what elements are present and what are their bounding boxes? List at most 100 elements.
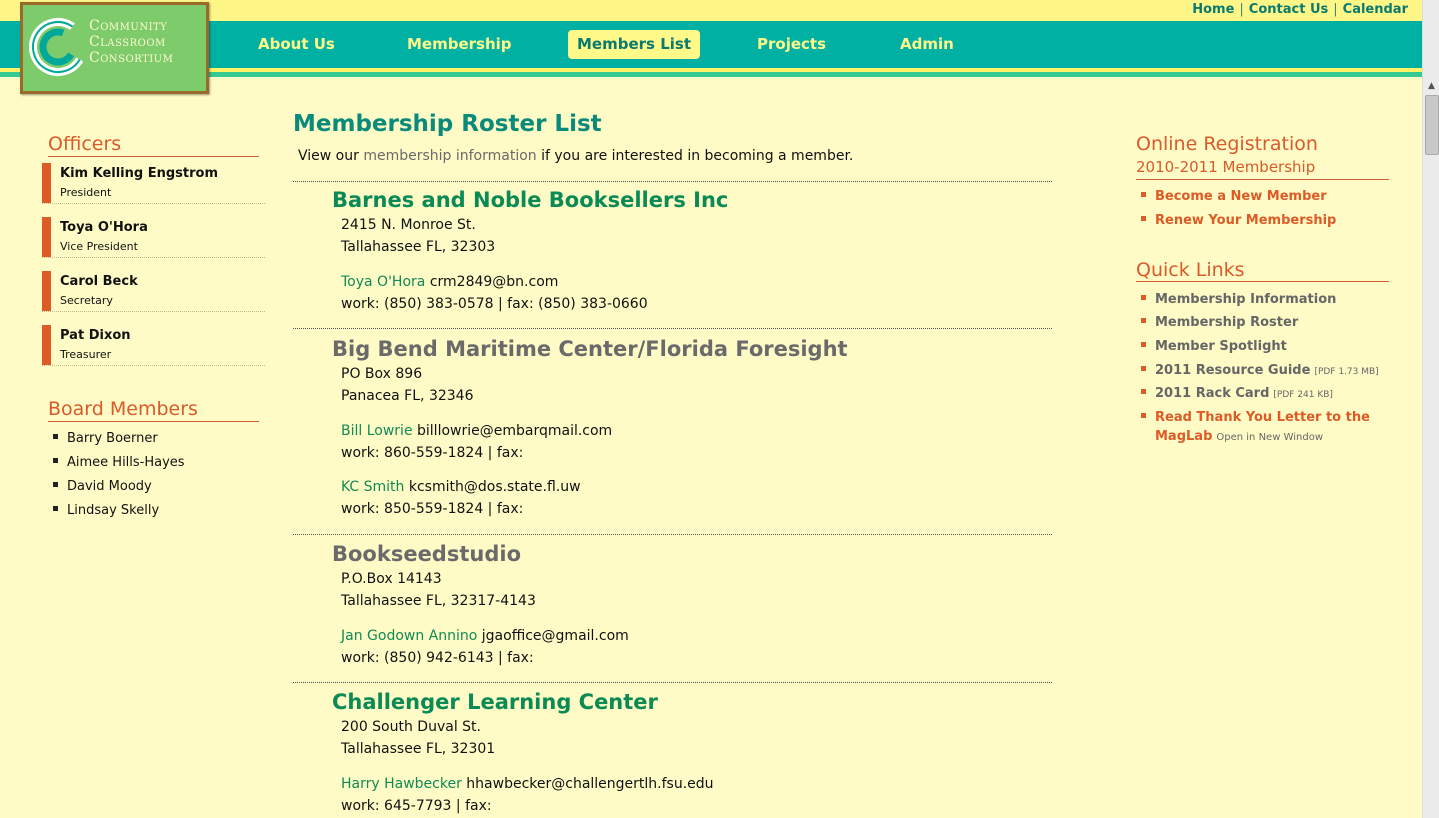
logo-c-icon (28, 17, 87, 76)
bullet-icon (1141, 366, 1146, 371)
registration-subheading: 2010-2011 Membership (1136, 158, 1316, 176)
contact-name-link[interactable]: Harry Hawbecker (341, 776, 462, 792)
officer-name: Toya O'Hora (60, 220, 148, 235)
quick-link[interactable]: 2011 Resource Guide (1155, 363, 1310, 378)
contact-email: jgaoffice@gmail.com (481, 628, 629, 644)
contact-us-link[interactable]: Contact Us (1249, 2, 1328, 17)
divider (293, 682, 1052, 683)
renew-membership-link[interactable]: Renew Your Membership (1155, 213, 1336, 228)
list-item: Lindsay Skelly (53, 502, 185, 526)
contact-name-link[interactable]: Bill Lowrie (341, 423, 413, 439)
list-item: Membership Information (1141, 292, 1336, 307)
contact-line: Toya O'Hora crm2849@bn.com (341, 274, 558, 290)
nav-projects[interactable]: Projects (748, 30, 835, 59)
address-line: P.O.Box 14143 (341, 571, 442, 587)
officer-card: Pat Dixon Treasurer (42, 325, 265, 366)
contact-name-link[interactable]: KC Smith (341, 479, 404, 495)
divider (293, 534, 1052, 535)
officer-bar (42, 325, 51, 365)
contact-email: kcsmith@dos.state.fl.uw (408, 479, 581, 495)
main-nav-bar (0, 21, 1422, 68)
bullet-icon (53, 482, 58, 487)
officer-bar (42, 217, 51, 257)
bullet-icon (1141, 389, 1146, 394)
contact-line: Bill Lowrie billlowrie@embarqmail.com (341, 423, 612, 439)
address-line: 2415 N. Monroe St. (341, 217, 476, 233)
page-title: Membership Roster List (293, 111, 602, 137)
phone-line: work: 860-559-1824 | fax: (341, 445, 524, 461)
officers-heading: Officers (48, 133, 259, 157)
bullet-icon (1141, 216, 1146, 221)
member-org-link[interactable]: Barnes and Noble Booksellers Inc (332, 188, 728, 212)
quick-link[interactable]: Member Spotlight (1155, 339, 1287, 354)
member-org-link[interactable]: Big Bend Maritime Center/Florida Foresig… (332, 337, 848, 361)
quick-link[interactable]: 2011 Rack Card (1155, 386, 1269, 401)
member-org-link[interactable]: Bookseedstudio (332, 542, 521, 566)
officer-name: Pat Dixon (60, 328, 131, 343)
bullet-icon (1141, 295, 1146, 300)
phone-line: work: 850-559-1824 | fax: (341, 501, 524, 517)
list-item: Member Spotlight (1141, 339, 1287, 354)
contact-line: Jan Godown Annino jgaoffice@gmail.com (341, 628, 629, 644)
divider (293, 181, 1052, 182)
calendar-link[interactable]: Calendar (1343, 2, 1408, 17)
contact-line: Harry Hawbecker hhawbecker@challengertlh… (341, 776, 714, 792)
list-item: Membership Roster (1141, 315, 1298, 330)
file-meta: [PDF 241 KB] (1273, 390, 1333, 400)
become-member-link[interactable]: Become a New Member (1155, 189, 1327, 204)
address-line: Panacea FL, 32346 (341, 388, 474, 404)
quick-links-heading: Quick Links (1136, 259, 1245, 281)
bullet-icon (1141, 192, 1146, 197)
officer-role: Vice President (60, 240, 138, 253)
maglab-link[interactable]: MagLab (1155, 429, 1212, 444)
contact-name-link[interactable]: Toya O'Hora (341, 274, 425, 290)
officer-role: Treasurer (60, 348, 112, 361)
contact-line: KC Smith kcsmith@dos.state.fl.uw (341, 479, 581, 495)
intro-text: View our membership information if you a… (298, 148, 854, 164)
separator: | (1333, 2, 1338, 17)
bullet-icon (53, 458, 58, 463)
divider (1136, 281, 1389, 282)
board-list: Barry Boerner Aimee Hills-Hayes David Mo… (53, 430, 185, 526)
member-org-link[interactable]: Challenger Learning Center (332, 690, 658, 714)
address-line: PO Box 896 (341, 366, 423, 382)
list-item: Read Thank You Letter to the (1141, 410, 1370, 425)
officer-role: Secretary (60, 294, 113, 307)
list-item: Renew Your Membership (1141, 213, 1336, 228)
list-item: David Moody (53, 478, 185, 502)
list-item: Aimee Hills-Hayes (53, 454, 185, 478)
bullet-icon (1141, 342, 1146, 347)
nav-members-list[interactable]: Members List (568, 30, 700, 59)
officer-bar (42, 271, 51, 311)
membership-info-link[interactable]: membership information (363, 148, 536, 164)
list-item: Become a New Member (1141, 189, 1327, 204)
quick-link[interactable]: Membership Information (1155, 292, 1336, 307)
nav-admin[interactable]: Admin (891, 30, 963, 59)
contact-name-link[interactable]: Jan Godown Annino (341, 628, 477, 644)
officer-card: Toya O'Hora Vice President (42, 217, 265, 258)
quick-link[interactable]: Membership Roster (1155, 315, 1298, 330)
scrollbar-thumb[interactable] (1425, 95, 1439, 155)
officer-name: Carol Beck (60, 274, 138, 289)
list-item: 2011 Resource Guide [PDF 1.73 MB] (1141, 363, 1379, 378)
thank-you-letter-link[interactable]: Read Thank You Letter to the (1155, 410, 1370, 425)
officer-card: Carol Beck Secretary (42, 271, 265, 312)
officer-name: Kim Kelling Engstrom (60, 166, 218, 181)
site-logo[interactable]: Community Classroom Consortium (20, 2, 209, 94)
phone-line: work: (850) 383-0578 | fax: (850) 383-06… (341, 296, 648, 312)
contact-email: hhawbecker@challengertlh.fsu.edu (466, 776, 714, 792)
address-line: Tallahassee FL, 32303 (341, 239, 496, 255)
divider (1136, 179, 1389, 180)
vertical-scrollbar[interactable]: ▲ (1422, 0, 1439, 818)
contact-email: crm2849@bn.com (429, 274, 559, 290)
utility-links: Home | Contact Us | Calendar (1192, 2, 1408, 17)
phone-line: work: 645-7793 | fax: (341, 798, 492, 814)
bullet-icon (1141, 318, 1146, 323)
divider (293, 328, 1052, 329)
officer-role: President (60, 186, 112, 199)
nav-membership[interactable]: Membership (398, 30, 521, 59)
home-link[interactable]: Home (1192, 2, 1234, 17)
nav-about-us[interactable]: About Us (249, 30, 344, 59)
board-heading: Board Members (48, 398, 259, 422)
scroll-up-icon[interactable]: ▲ (1423, 78, 1439, 94)
